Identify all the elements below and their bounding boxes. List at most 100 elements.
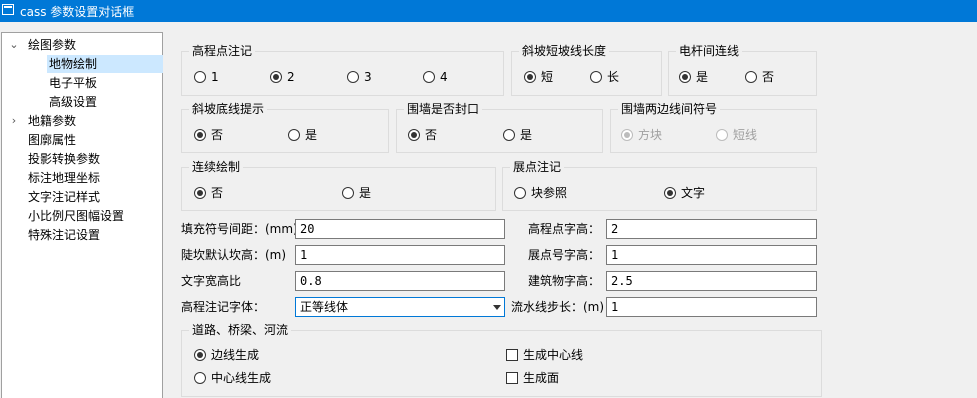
tree-item-label: 图廓属性 <box>28 133 77 147</box>
window-title: cass 参数设置对话框 <box>20 5 135 19</box>
chevron-down-icon[interactable]: ⌄ <box>8 36 20 54</box>
tree-item-special-note[interactable]: 特殊注记设置 <box>28 226 100 244</box>
radio-circle[interactable] <box>288 129 300 141</box>
radio-label: 4 <box>440 70 448 84</box>
fill-spacing-input[interactable]: 20 <box>295 219 505 239</box>
tree-item-label: 电子平板 <box>49 76 98 90</box>
tree-item-advanced[interactable]: 高级设置 <box>49 93 97 111</box>
tree-item-label: 地籍参数 <box>28 114 77 128</box>
radio-circle-selected[interactable] <box>408 129 420 141</box>
radio-circle[interactable] <box>716 129 728 141</box>
steep-height-input[interactable]: 1 <box>295 245 505 265</box>
group-title: 围墙是否封口 <box>404 102 483 116</box>
radio-circle-selected[interactable] <box>621 129 633 141</box>
settings-tree: ⌄ 绘图参数 地物绘制 电子平板 高级设置 › 地籍参数 图廓属性 投影转换参数… <box>1 32 163 398</box>
radio-label: 是 <box>305 128 318 142</box>
group-title: 道路、桥梁、河流 <box>189 323 292 337</box>
radio-label: 中心线生成 <box>211 371 272 385</box>
radio-circle-selected[interactable] <box>524 71 536 83</box>
radio-circle[interactable] <box>342 187 354 199</box>
tree-item-geo-coords[interactable]: 标注地理坐标 <box>28 169 100 187</box>
text-aspect-label: 文字宽高比 <box>181 274 242 288</box>
window-icon <box>2 4 14 15</box>
flow-step-input[interactable]: 1 <box>606 297 817 317</box>
radio-circle-selected[interactable] <box>270 71 282 83</box>
radio-label: 否 <box>211 128 224 142</box>
radio-circle-selected[interactable] <box>679 71 691 83</box>
group-pole-connect: 电杆间连线 是 否 <box>668 44 817 96</box>
checkbox-box[interactable] <box>506 372 518 384</box>
group-title: 围墙两边线间符号 <box>618 102 721 116</box>
tree-item-feature-draw[interactable]: 地物绘制 <box>47 55 163 73</box>
radio-label: 否 <box>211 186 224 200</box>
group-title: 连续绘制 <box>189 160 244 174</box>
radio-circle[interactable] <box>590 71 602 83</box>
radio-circle[interactable] <box>503 129 515 141</box>
radio-circle-selected[interactable] <box>194 349 206 361</box>
text-aspect-input[interactable]: 0.8 <box>295 271 505 291</box>
group-slope-short-length: 斜坡短坡线长度 短 长 <box>511 44 662 96</box>
tree-item-label: 特殊注记设置 <box>28 228 101 242</box>
tree-item-label: 小比例尺图幅设置 <box>28 209 125 223</box>
building-text-height-label: 建筑物字高： <box>528 274 601 288</box>
building-text-height-input[interactable]: 2.5 <box>606 271 817 291</box>
tree-item-text-style[interactable]: 文字注记样式 <box>28 188 100 206</box>
elev-text-height-input[interactable]: 2 <box>606 219 817 239</box>
tree-item-label: 高级设置 <box>49 95 98 109</box>
group-title: 展点注记 <box>510 160 565 174</box>
group-title: 斜坡底线提示 <box>189 102 268 116</box>
group-slope-bottom-hint: 斜坡底线提示 否 是 <box>181 102 389 153</box>
fill-spacing-label: 填充符号间距：(mm) <box>181 222 298 236</box>
title-bar: cass 参数设置对话框 <box>0 0 977 22</box>
radio-circle[interactable] <box>745 71 757 83</box>
radio-circle-selected[interactable] <box>194 187 206 199</box>
checkbox-box[interactable] <box>506 349 518 361</box>
tree-item-frame-attrs[interactable]: 图廓属性 <box>28 131 76 149</box>
radio-label: 块参照 <box>531 186 568 200</box>
radio-circle[interactable] <box>347 71 359 83</box>
radio-circle[interactable] <box>514 187 526 199</box>
radio-label: 否 <box>425 128 438 142</box>
radio-label: 方块 <box>638 128 663 142</box>
radio-label: 是 <box>696 70 709 84</box>
tree-item-small-scale[interactable]: 小比例尺图幅设置 <box>28 207 124 225</box>
group-title: 高程点注记 <box>189 44 256 58</box>
radio-label: 文字 <box>681 186 706 200</box>
radio-label: 短 <box>541 70 554 84</box>
radio-label: 否 <box>762 70 775 84</box>
radio-circle[interactable] <box>423 71 435 83</box>
elev-text-height-label: 高程点字高： <box>528 222 601 236</box>
radio-circle-selected[interactable] <box>664 187 676 199</box>
flow-step-label: 流水线步长：(m) <box>511 300 605 314</box>
chevron-right-icon[interactable]: › <box>8 112 20 130</box>
tree-item-projection[interactable]: 投影转换参数 <box>28 150 100 168</box>
radio-circle-selected[interactable] <box>194 129 206 141</box>
group-continuous-draw: 连续绘制 否 是 <box>181 160 496 211</box>
group-title: 斜坡短坡线长度 <box>519 44 610 58</box>
tree-item-label: 地物绘制 <box>49 57 98 71</box>
tree-item-label: 文字注记样式 <box>28 190 101 204</box>
elev-font-select[interactable]: 正等线体 <box>295 297 505 317</box>
checkbox-label: 生成中心线 <box>523 348 584 362</box>
radio-label: 1 <box>211 70 219 84</box>
radio-label: 是 <box>359 186 372 200</box>
steep-height-label: 陡坎默认坎高：(m) <box>181 248 287 262</box>
dropdown-arrow-icon[interactable] <box>493 305 501 310</box>
checkbox-label: 生成面 <box>523 371 560 385</box>
radio-label: 短线 <box>733 128 758 142</box>
group-wall-closed: 围墙是否封口 否 是 <box>396 102 603 153</box>
point-no-height-input[interactable]: 1 <box>606 245 817 265</box>
tree-item-label: 绘图参数 <box>28 38 77 52</box>
radio-circle[interactable] <box>194 71 206 83</box>
tree-item-label: 投影转换参数 <box>28 152 101 166</box>
radio-label: 是 <box>520 128 533 142</box>
point-no-height-label: 展点号字高： <box>528 248 601 262</box>
radio-circle[interactable] <box>194 372 206 384</box>
radio-label: 2 <box>287 70 295 84</box>
radio-label: 长 <box>607 70 620 84</box>
radio-label: 3 <box>364 70 372 84</box>
group-title: 电杆间连线 <box>676 44 743 58</box>
tree-item-e-tablet[interactable]: 电子平板 <box>49 74 97 92</box>
group-elevation-note: 高程点注记 1 2 3 4 <box>181 44 504 96</box>
radio-label: 边线生成 <box>211 348 260 362</box>
